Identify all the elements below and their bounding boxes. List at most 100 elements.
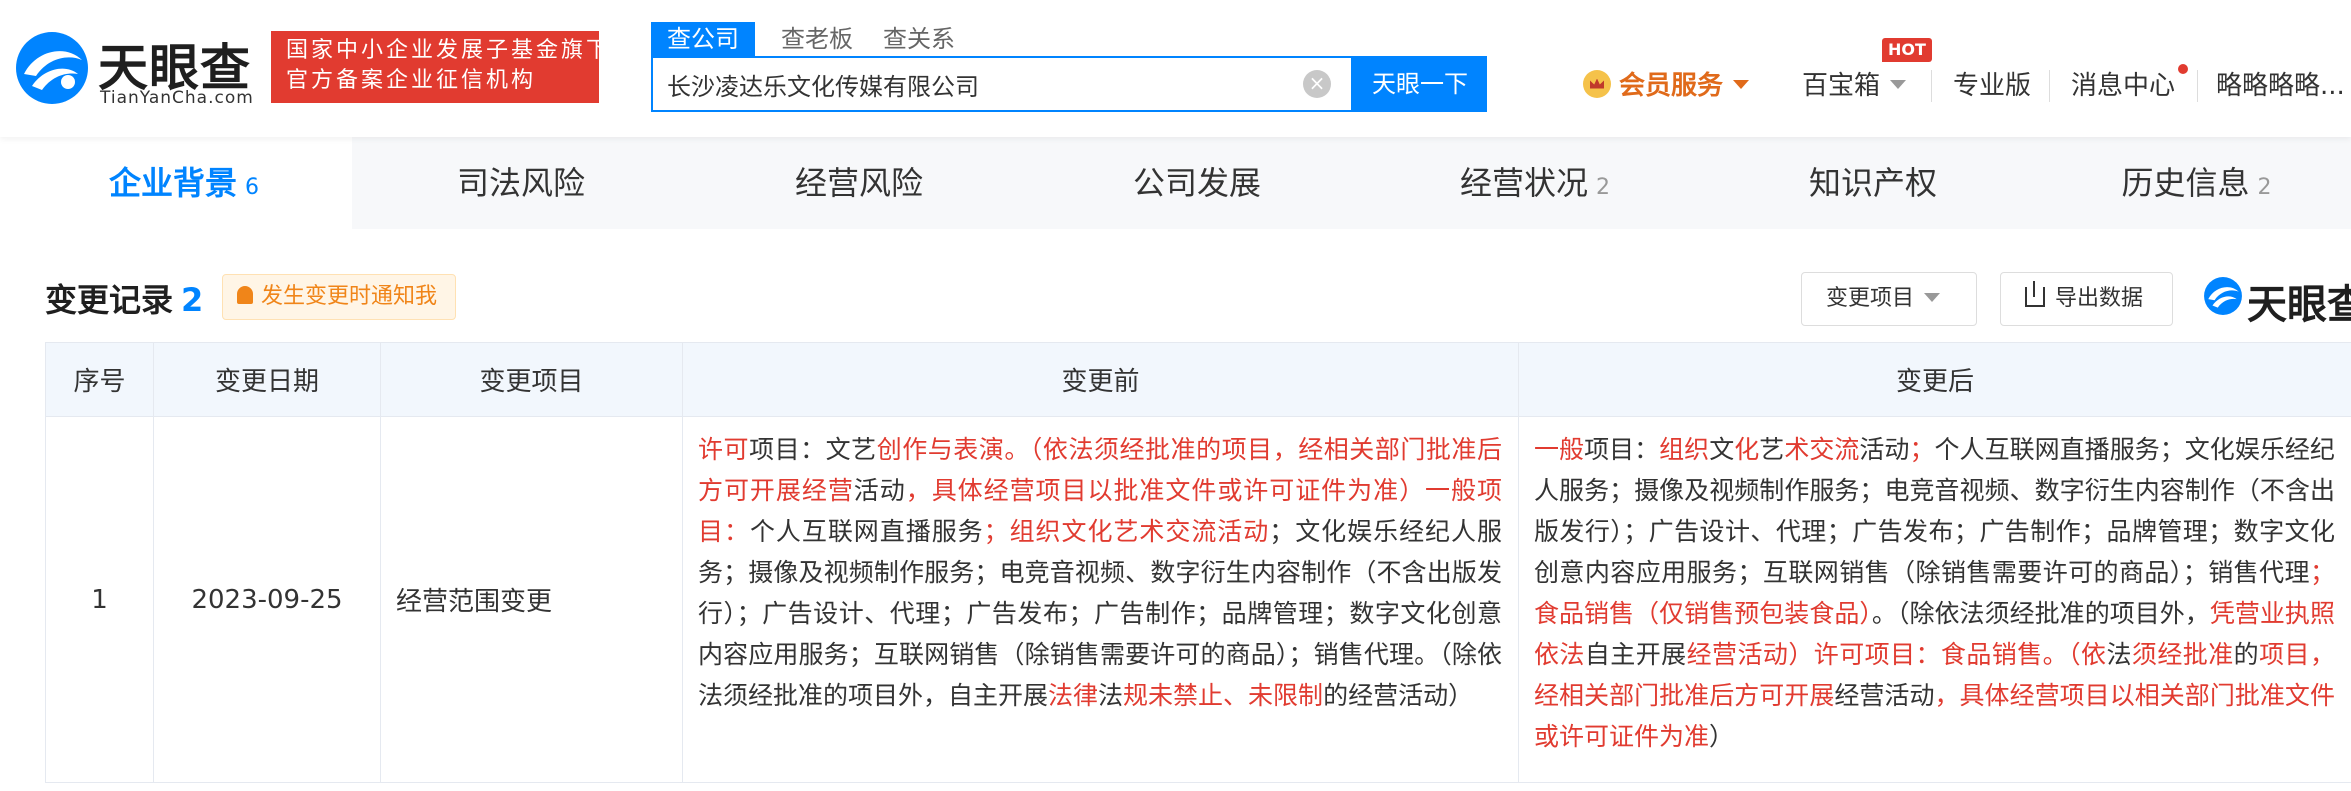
tab-label: 经营状况 xyxy=(1459,164,1588,202)
column-header-date: 变更日期 xyxy=(153,342,381,417)
top-header: 天眼查 TianYanCha.com 国家中小企业发展子基金旗下 官方备案企业征… xyxy=(0,0,2351,137)
tab-label: 历史信息 xyxy=(2121,164,2250,202)
cell-after: 一般项目：组织文化艺术交流活动；个人互联网直播服务；文化娱乐经纪人服务；摄像及视… xyxy=(1518,416,2351,783)
tab-operation-status[interactable]: 经营状况 2 xyxy=(1366,137,1704,229)
unread-dot xyxy=(2178,64,2188,74)
tab-history-info[interactable]: 历史信息 2 xyxy=(2042,137,2351,229)
column-header-item: 变更项目 xyxy=(380,342,683,417)
tab-label: 企业背景 xyxy=(108,164,237,202)
search-input[interactable] xyxy=(653,58,1293,110)
notify-on-change-button[interactable]: 发生变更时通知我 xyxy=(222,274,457,320)
column-header-after: 变更后 xyxy=(1518,342,2351,417)
chevron-down-icon xyxy=(1890,80,1907,89)
baibao-menu[interactable]: 百宝箱 xyxy=(1802,66,1907,106)
logo-domain: TianYanCha.com xyxy=(100,88,254,108)
crown-icon xyxy=(1583,69,1611,98)
hot-badge: HOT xyxy=(1882,38,1932,62)
unchanged-text: 项目： xyxy=(1584,435,1660,464)
cell-item: 经营范围变更 xyxy=(380,416,683,783)
search-box: × xyxy=(651,56,1353,112)
vip-service-label: 会员服务 xyxy=(1619,71,1724,101)
unchanged-text: 项目：文艺 xyxy=(749,435,877,464)
vip-service-menu[interactable]: 会员服务 xyxy=(1583,66,1750,106)
change-item-filter[interactable]: 变更项目 xyxy=(1801,272,1977,326)
unchanged-text: 自主开展 xyxy=(1584,640,1687,669)
search-tab-company[interactable]: 查公司 xyxy=(651,22,755,56)
tab-count: 2 xyxy=(2257,175,2272,200)
unchanged-text: 法 xyxy=(2106,640,2132,669)
changed-text: 许可 xyxy=(698,435,750,464)
unchanged-text: ） xyxy=(1709,722,1735,751)
notify-label: 发生变更时通知我 xyxy=(261,284,438,309)
chevron-down-icon xyxy=(1733,80,1750,89)
cell-index: 1 xyxy=(45,416,154,783)
column-header-before: 变更前 xyxy=(682,342,1519,417)
clear-icon[interactable]: × xyxy=(1303,70,1331,98)
changed-text: 须经批准 xyxy=(2131,640,2234,669)
section-title: 变更记录 2 xyxy=(45,275,203,321)
baibao-label: 百宝箱 xyxy=(1802,71,1881,101)
bell-icon xyxy=(237,286,253,304)
tab-label: 司法风险 xyxy=(456,164,585,202)
changed-text: 规未禁止、未限制 xyxy=(1123,681,1324,710)
tianyancha-logo-icon xyxy=(16,32,88,104)
changed-text: 组织 xyxy=(1659,435,1710,464)
cell-before: 许可项目：文艺创作与表演。（依法须经批准的项目，经相关部门批准后方可开展经营活动… xyxy=(682,416,1519,783)
export-data-button[interactable]: 导出数据 xyxy=(2000,272,2173,326)
unchanged-text: 个人互联网直播服务 xyxy=(749,517,984,546)
unchanged-text: 活动 xyxy=(1859,435,1910,464)
user-menu[interactable]: 略略略略... xyxy=(2216,66,2345,106)
search-type-tabs: 查公司 查老板 查关系 xyxy=(651,22,985,56)
changed-text: 一般 xyxy=(1534,435,1585,464)
export-label: 导出数据 xyxy=(2055,286,2144,311)
changed-text: ； xyxy=(1909,435,1935,464)
unchanged-text: 。（除依法须经批准的项目外， xyxy=(1871,599,2210,628)
unchanged-text: 法 xyxy=(1098,681,1124,710)
unchanged-text: 的 xyxy=(2233,640,2260,669)
unchanged-text: 艺 xyxy=(1759,435,1785,464)
table-row: 1 2023-09-25 经营范围变更 许可项目：文艺创作与表演。（依法须经批准… xyxy=(45,416,2351,783)
tab-operation-risk[interactable]: 经营风险 xyxy=(690,137,1028,229)
tagline-line-2: 官方备案企业征信机构 xyxy=(286,68,537,93)
watermark-name: 天眼查 xyxy=(2247,282,2351,328)
search-tab-boss[interactable]: 查老板 xyxy=(781,22,853,56)
category-tab-bar: 企业背景 6 司法风险 经营风险 公司发展 经营状况 2 知识产权 历史信息 2 xyxy=(16,137,2351,229)
changed-text: ；组织文化艺术交流活动 xyxy=(983,517,1270,546)
tab-company-background[interactable]: 企业背景 6 xyxy=(16,137,352,229)
changed-text: 化 xyxy=(1734,435,1760,464)
tab-count: 6 xyxy=(245,175,259,200)
message-center-link[interactable]: 消息中心 xyxy=(2071,66,2175,106)
unchanged-text: 经营活动 xyxy=(1834,681,1935,710)
tab-judicial-risk[interactable]: 司法风险 xyxy=(352,137,690,229)
section-title-label: 变更记录 xyxy=(45,281,174,319)
tab-company-development[interactable]: 公司发展 xyxy=(1028,137,1366,229)
export-icon xyxy=(2025,281,2045,307)
column-header-index: 序号 xyxy=(45,342,154,417)
changed-text: 法律 xyxy=(1048,681,1099,710)
section-count: 2 xyxy=(181,281,204,319)
table-header-row: 序号 变更日期 变更项目 变更前 变更后 xyxy=(45,342,2351,417)
changed-text: 经营活动）许可项目：食品销售。（依 xyxy=(1686,640,2107,669)
tianyancha-logo-icon xyxy=(2204,277,2242,315)
tagline-line-1: 国家中小企业发展子基金旗下 xyxy=(286,38,612,63)
tab-intellectual-property[interactable]: 知识产权 xyxy=(1704,137,2042,229)
changed-text: 术交流 xyxy=(1784,435,1860,464)
nav-divider xyxy=(1931,70,1932,102)
unchanged-text: 活动 xyxy=(853,476,906,505)
pro-edition-link[interactable]: 专业版 xyxy=(1953,66,2031,106)
chevron-down-icon xyxy=(1924,292,1941,302)
nav-divider xyxy=(2197,70,2198,102)
tab-label: 经营风险 xyxy=(794,164,923,202)
tianyancha-logo[interactable]: 天眼查 TianYanCha.com xyxy=(14,26,254,110)
tab-label: 公司发展 xyxy=(1132,164,1261,202)
search-button[interactable]: 天眼一下 xyxy=(1353,56,1487,112)
nav-divider xyxy=(2049,70,2050,102)
tab-label: 知识产权 xyxy=(1808,164,1937,202)
search-tab-relation[interactable]: 查关系 xyxy=(883,22,955,56)
unchanged-text: 文 xyxy=(1709,435,1735,464)
unchanged-text: 的经营活动） xyxy=(1323,681,1474,710)
cell-date: 2023-09-25 xyxy=(153,416,381,783)
tab-count: 2 xyxy=(1596,175,1610,200)
filter-label: 变更项目 xyxy=(1826,286,1915,311)
tagline-banner: 国家中小企业发展子基金旗下 官方备案企业征信机构 xyxy=(271,31,612,103)
